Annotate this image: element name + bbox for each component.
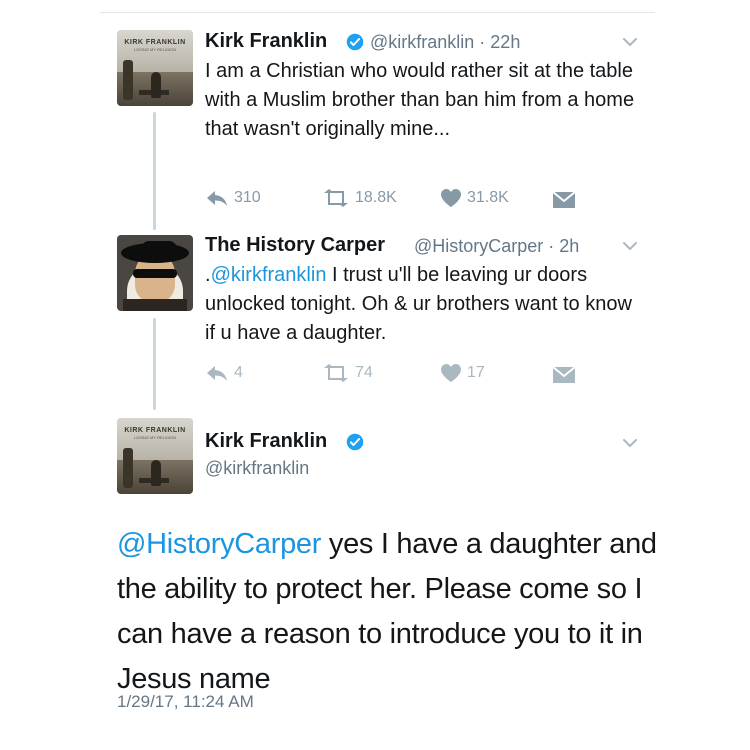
chevron-down-icon[interactable]: [622, 437, 638, 449]
heart-icon: [441, 364, 461, 382]
top-divider: [100, 12, 655, 13]
retweet-count: 74: [355, 364, 373, 381]
retweet-icon: [324, 189, 348, 207]
envelope-icon[interactable]: [552, 366, 576, 384]
envelope-icon[interactable]: [552, 191, 576, 209]
retweet-icon: [324, 364, 348, 382]
reply-button[interactable]: 4: [205, 363, 243, 383]
tweet-time: 22h: [490, 32, 521, 52]
reply-count: 4: [234, 364, 243, 381]
mention-link[interactable]: @HistoryCarper: [117, 528, 321, 560]
reply-icon: [207, 191, 227, 206]
reply-button[interactable]: 310: [205, 188, 261, 208]
author-handle[interactable]: @HistoryCarper · 2h: [414, 236, 579, 257]
tweet-text: .@kirkfranklin I trust u'll be leaving u…: [205, 264, 632, 344]
tweet-text: I am a Christian who would rather sit at…: [205, 60, 635, 140]
avatar[interactable]: [117, 235, 193, 311]
like-count: 17: [467, 364, 485, 381]
tweet-time: 2h: [559, 236, 580, 256]
author-handle[interactable]: @kirkfranklin · 22h: [370, 32, 520, 53]
author-name[interactable]: Kirk Franklin: [205, 30, 327, 53]
like-button[interactable]: 17: [440, 363, 485, 383]
thread-line: [153, 112, 156, 230]
like-count: 31.8K: [467, 189, 509, 206]
chevron-down-icon[interactable]: [622, 36, 638, 48]
avatar[interactable]: KIRK FRANKLIN LOSING MY RELIGION: [117, 418, 193, 494]
reply-count: 310: [234, 189, 261, 206]
author-name[interactable]: Kirk Franklin: [205, 430, 327, 453]
chevron-down-icon[interactable]: [622, 240, 638, 252]
avatar[interactable]: KIRK FRANKLIN LOSING MY RELIGION: [117, 30, 193, 106]
author-name[interactable]: The History Carper: [205, 234, 385, 257]
author-handle[interactable]: @kirkfranklin: [205, 458, 309, 479]
reply-icon: [207, 366, 227, 381]
mention-link[interactable]: @kirkfranklin: [211, 264, 327, 286]
like-button[interactable]: 31.8K: [440, 188, 509, 208]
tweet-timestamp[interactable]: 1/29/17, 11:24 AM: [117, 692, 254, 712]
verified-badge-icon: [346, 33, 364, 51]
retweet-count: 18.8K: [355, 189, 397, 206]
heart-icon: [441, 189, 461, 207]
tweet-text: @HistoryCarper yes I have a daughter and…: [117, 528, 657, 695]
thread-line: [153, 318, 156, 410]
verified-badge-icon: [346, 433, 364, 451]
retweet-button[interactable]: 18.8K: [322, 188, 397, 208]
retweet-button[interactable]: 74: [322, 363, 373, 383]
